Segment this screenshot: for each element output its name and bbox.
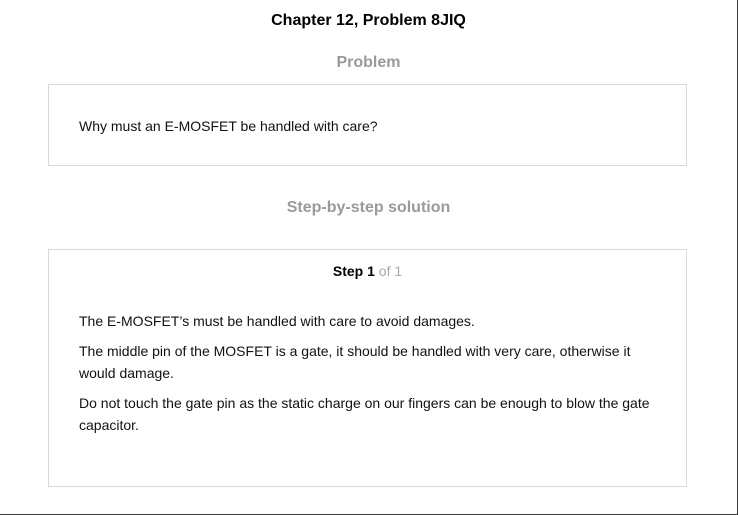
step-number: 1 (367, 263, 375, 279)
solution-heading: Step-by-step solution (286, 199, 451, 216)
solution-card: Step 1 of 1 The E-MOSFET’s must be handl… (48, 249, 687, 487)
problem-card: Why must an E-MOSFET be handled with car… (48, 84, 687, 166)
solution-body: The E-MOSFET’s must be handled with care… (79, 310, 654, 444)
step-word: Step (332, 263, 364, 279)
page-title: Chapter 12, Problem 8JIQ (271, 12, 466, 29)
step-indicator: Step 1 of 1 (49, 263, 686, 279)
problem-text: Why must an E-MOSFET be handled with car… (79, 118, 378, 134)
solution-paragraph: Do not touch the gate pin as the static … (79, 395, 650, 433)
step-total: of 1 (378, 263, 403, 279)
solution-paragraph: The middle pin of the MOSFET is a gate, … (79, 343, 631, 381)
problem-heading: Problem (336, 54, 401, 71)
solution-paragraph: The E-MOSFET’s must be handled with care… (79, 313, 475, 329)
page-frame: Chapter 12, Problem 8JIQ Problem Why mus… (0, 0, 738, 515)
